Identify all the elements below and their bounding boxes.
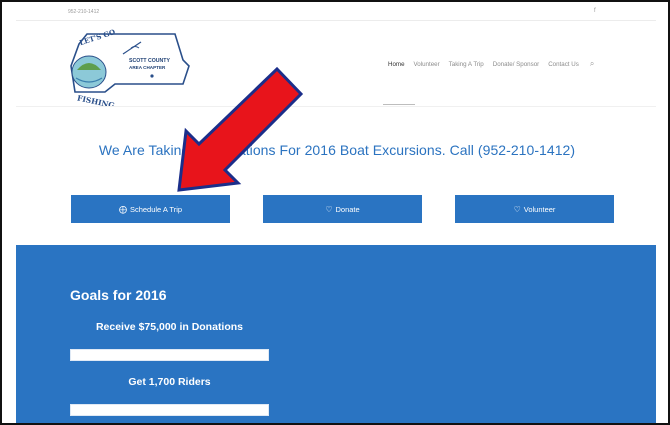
schedule-trip-label: Schedule A Trip bbox=[129, 204, 183, 214]
top-utility-bar: 952-210-1412 f bbox=[16, 6, 656, 20]
reservation-headline: We Are Taking Reservations For 2016 Boat… bbox=[98, 142, 576, 158]
heart-icon: ♡ bbox=[513, 204, 521, 214]
goals-title: Goals for 2016 bbox=[70, 287, 167, 303]
nav-active-indicator bbox=[383, 104, 415, 105]
goal-donations-label: Receive $75,000 in Donations bbox=[95, 321, 244, 333]
nav-volunteer[interactable]: Volunteer bbox=[414, 61, 440, 68]
red-arrow-icon bbox=[177, 66, 304, 192]
facebook-icon[interactable]: f bbox=[594, 8, 596, 14]
schedule-trip-button[interactable]: ⨁ Schedule A Trip bbox=[71, 195, 230, 223]
logo-text-bottom: FISHING bbox=[76, 93, 115, 106]
logo-text-name-1: SCOTT COUNTY bbox=[129, 58, 170, 64]
goals-section: Goals for 2016 Receive $75,000 in Donati… bbox=[16, 245, 656, 423]
logo-text-name-2: AREA CHAPTER bbox=[129, 65, 166, 70]
nav-home[interactable]: Home bbox=[388, 61, 405, 68]
nav-contact-us[interactable]: Contact Us bbox=[548, 61, 579, 68]
goal-riders-progress bbox=[70, 404, 269, 416]
nav-donate-sponsor[interactable]: Donate/ Sponsor bbox=[493, 61, 539, 68]
volunteer-label: Volunteer bbox=[523, 204, 556, 214]
browser-viewport: 952-210-1412 f LET'S GO SCOTT COUNTY ARE… bbox=[0, 0, 670, 425]
donate-button[interactable]: ♡ Donate bbox=[263, 195, 422, 223]
site-logo[interactable]: LET'S GO SCOTT COUNTY AREA CHAPTER FISHI… bbox=[57, 26, 192, 106]
main-nav: Home Volunteer Taking A Trip Donate/ Spo… bbox=[388, 59, 594, 69]
header-divider bbox=[16, 106, 656, 107]
goal-riders-label: Get 1,700 Riders bbox=[128, 376, 211, 388]
volunteer-button[interactable]: ♡ Volunteer bbox=[455, 195, 614, 223]
topbar-phone[interactable]: 952-210-1412 bbox=[68, 9, 99, 15]
topbar-divider bbox=[16, 20, 656, 21]
search-icon[interactable]: ⌕ bbox=[590, 59, 594, 69]
goal-donations-progress bbox=[70, 349, 269, 361]
heart-icon: ♡ bbox=[325, 204, 333, 214]
donate-label: Donate bbox=[335, 204, 360, 214]
nav-taking-a-trip[interactable]: Taking A Trip bbox=[449, 61, 484, 68]
calendar-plus-icon: ⨁ bbox=[118, 204, 127, 214]
